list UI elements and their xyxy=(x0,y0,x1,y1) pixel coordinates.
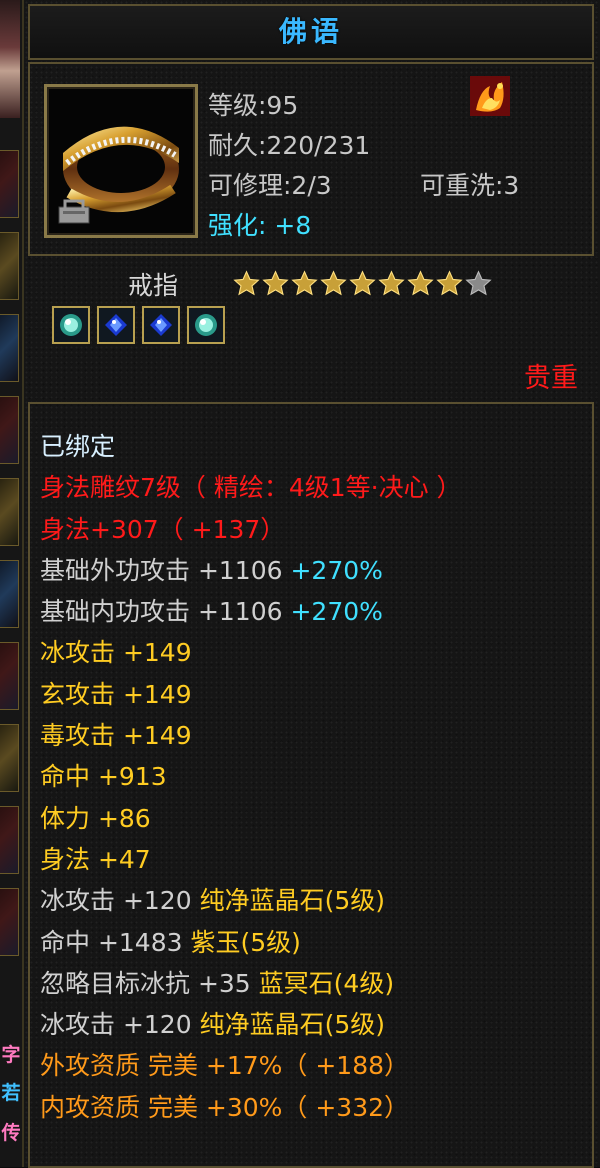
item-header: 等级:95 耐久:220/231 可修理:2/3 可重洗:3 强化: +8 xyxy=(28,62,594,256)
attribute-text: 蓝冥石(4级) xyxy=(258,968,395,998)
star-filled-icon xyxy=(262,270,289,296)
equipment-slot[interactable] xyxy=(0,396,19,464)
attribute-text: 基础外功攻击 +1106 xyxy=(40,555,291,585)
attribute-text: 体力 +86 xyxy=(40,803,151,833)
equipment-slot[interactable] xyxy=(0,560,19,628)
ring-item-icon xyxy=(44,84,198,238)
enhance-label: 强化: xyxy=(208,211,267,240)
green-gem-icon[interactable] xyxy=(52,306,90,344)
attribute-line: 毒攻击 +149 xyxy=(40,715,462,756)
star-filled-icon xyxy=(407,270,434,296)
attribute-text: 已绑定 xyxy=(40,432,116,461)
attribute-line: 已绑定 xyxy=(40,426,462,467)
attribute-line: 命中 +1483 紫玉(5级) xyxy=(40,922,462,963)
blue-crystal-icon[interactable] xyxy=(142,306,180,344)
attribute-text: 冰攻击 +120 xyxy=(40,886,200,916)
item-rarity: 贵重 xyxy=(524,363,578,394)
star-rating xyxy=(233,270,492,297)
equipment-slot[interactable] xyxy=(0,314,19,382)
attribute-text: 基础内功攻击 +1106 xyxy=(40,597,291,627)
attribute-line: 基础外功攻击 +1106 +270% xyxy=(40,550,462,591)
side-tab-label[interactable]: 若 xyxy=(0,1078,22,1105)
bound-lock-icon xyxy=(58,199,90,224)
blue-crystal-icon[interactable] xyxy=(97,306,135,344)
equipment-slot-strip: 字 若 传 xyxy=(0,0,24,1167)
attribute-line: 体力 +86 xyxy=(40,798,462,839)
equipment-slot[interactable] xyxy=(0,150,19,218)
attribute-line: 身法雕纹7级（ 精绘：4级1等·决心 ） xyxy=(40,467,462,508)
attribute-line: 命中 +913 xyxy=(40,756,462,797)
star-filled-icon xyxy=(233,270,260,296)
attribute-line: 内攻资质 完美 +30%（ +332） xyxy=(40,1087,462,1128)
attribute-text: 紫玉(5级) xyxy=(190,927,301,957)
equipment-slot[interactable] xyxy=(0,806,19,874)
attribute-text: 命中 +913 xyxy=(40,762,167,792)
attribute-text: 忽略目标冰抗 +35 xyxy=(40,968,259,998)
attribute-line: 身法 +47 xyxy=(40,839,462,880)
attribute-text: 冰攻击 +120 xyxy=(40,1010,200,1040)
item-name: 佛语 xyxy=(278,15,343,48)
equipment-slot[interactable] xyxy=(0,642,19,710)
attribute-text: 外攻资质 完美 +17%（ +188） xyxy=(40,1051,410,1081)
star-empty-icon xyxy=(465,270,492,296)
star-filled-icon xyxy=(436,270,463,296)
character-portrait[interactable] xyxy=(0,0,20,118)
attribute-text: 毒攻击 +149 xyxy=(40,721,192,751)
item-tooltip-panel: 佛语 等级:95 耐久:220/231 可修理:2/3 可重洗:3 强化: +8… xyxy=(24,0,600,1168)
attribute-line: 冰攻击 +120 纯净蓝晶石(5级) xyxy=(40,880,462,921)
socket-gems xyxy=(52,306,225,344)
tooltip-titlebar: 佛语 xyxy=(28,4,594,60)
attribute-text: 身法雕纹7级（ 精绘：4级1等·决心 ） xyxy=(40,473,462,503)
attribute-line: 忽略目标冰抗 +35 蓝冥石(4级) xyxy=(40,963,462,1004)
item-summary: 戒指 贵重 xyxy=(28,258,590,394)
attribute-text: 身法 +47 xyxy=(40,844,151,874)
attribute-text: 命中 +1483 xyxy=(40,927,191,957)
attribute-text: +270% xyxy=(290,555,383,585)
attribute-text: 玄攻击 +149 xyxy=(40,679,192,709)
side-tab-label[interactable]: 字 xyxy=(0,1040,22,1067)
equipment-slot[interactable] xyxy=(0,724,19,792)
attribute-line: 玄攻击 +149 xyxy=(40,674,462,715)
attribute-text: 身法+307（ +137） xyxy=(40,514,286,544)
star-filled-icon xyxy=(349,270,376,296)
item-type: 戒指 xyxy=(128,271,179,300)
item-durability: 耐久:220/231 xyxy=(208,131,371,160)
attribute-line: 冰攻击 +120 纯净蓝晶石(5级) xyxy=(40,1004,462,1045)
item-rewash: 可重洗:3 xyxy=(420,171,520,200)
attribute-list: 已绑定身法雕纹7级（ 精绘：4级1等·决心 ） 身法+307（ +137） 基础外功… xyxy=(40,426,462,1128)
attribute-text: 纯净蓝晶石(5级) xyxy=(199,886,385,916)
attribute-text: 冰攻击 +149 xyxy=(40,638,192,668)
enhance-value: +8 xyxy=(274,211,312,240)
item-level: 等级:95 xyxy=(208,91,299,120)
attribute-line: 身法+307（ +137） xyxy=(40,509,462,550)
star-filled-icon xyxy=(378,270,405,296)
fire-badge-icon xyxy=(470,76,510,116)
equipment-slot[interactable] xyxy=(0,478,19,546)
star-filled-icon xyxy=(291,270,318,296)
green-gem-icon[interactable] xyxy=(187,306,225,344)
attribute-text: 内攻资质 完美 +30%（ +332） xyxy=(40,1092,410,1122)
attribute-line: 外攻资质 完美 +17%（ +188） xyxy=(40,1045,462,1086)
attribute-panel: 已绑定身法雕纹7级（ 精绘：4级1等·决心 ） 身法+307（ +137） 基础外功… xyxy=(28,402,594,1168)
side-tab-label[interactable]: 传 xyxy=(0,1118,22,1145)
attribute-line: 冰攻击 +149 xyxy=(40,632,462,673)
item-enhance: 强化: +8 xyxy=(208,206,311,242)
star-filled-icon xyxy=(320,270,347,296)
equipment-slot[interactable] xyxy=(0,232,19,300)
attribute-text: +270% xyxy=(290,597,383,627)
item-repairable: 可修理:2/3 xyxy=(208,171,332,200)
attribute-line: 基础内功攻击 +1106 +270% xyxy=(40,591,462,632)
equipment-slot[interactable] xyxy=(0,888,19,956)
attribute-text: 纯净蓝晶石(5级) xyxy=(199,1010,385,1040)
